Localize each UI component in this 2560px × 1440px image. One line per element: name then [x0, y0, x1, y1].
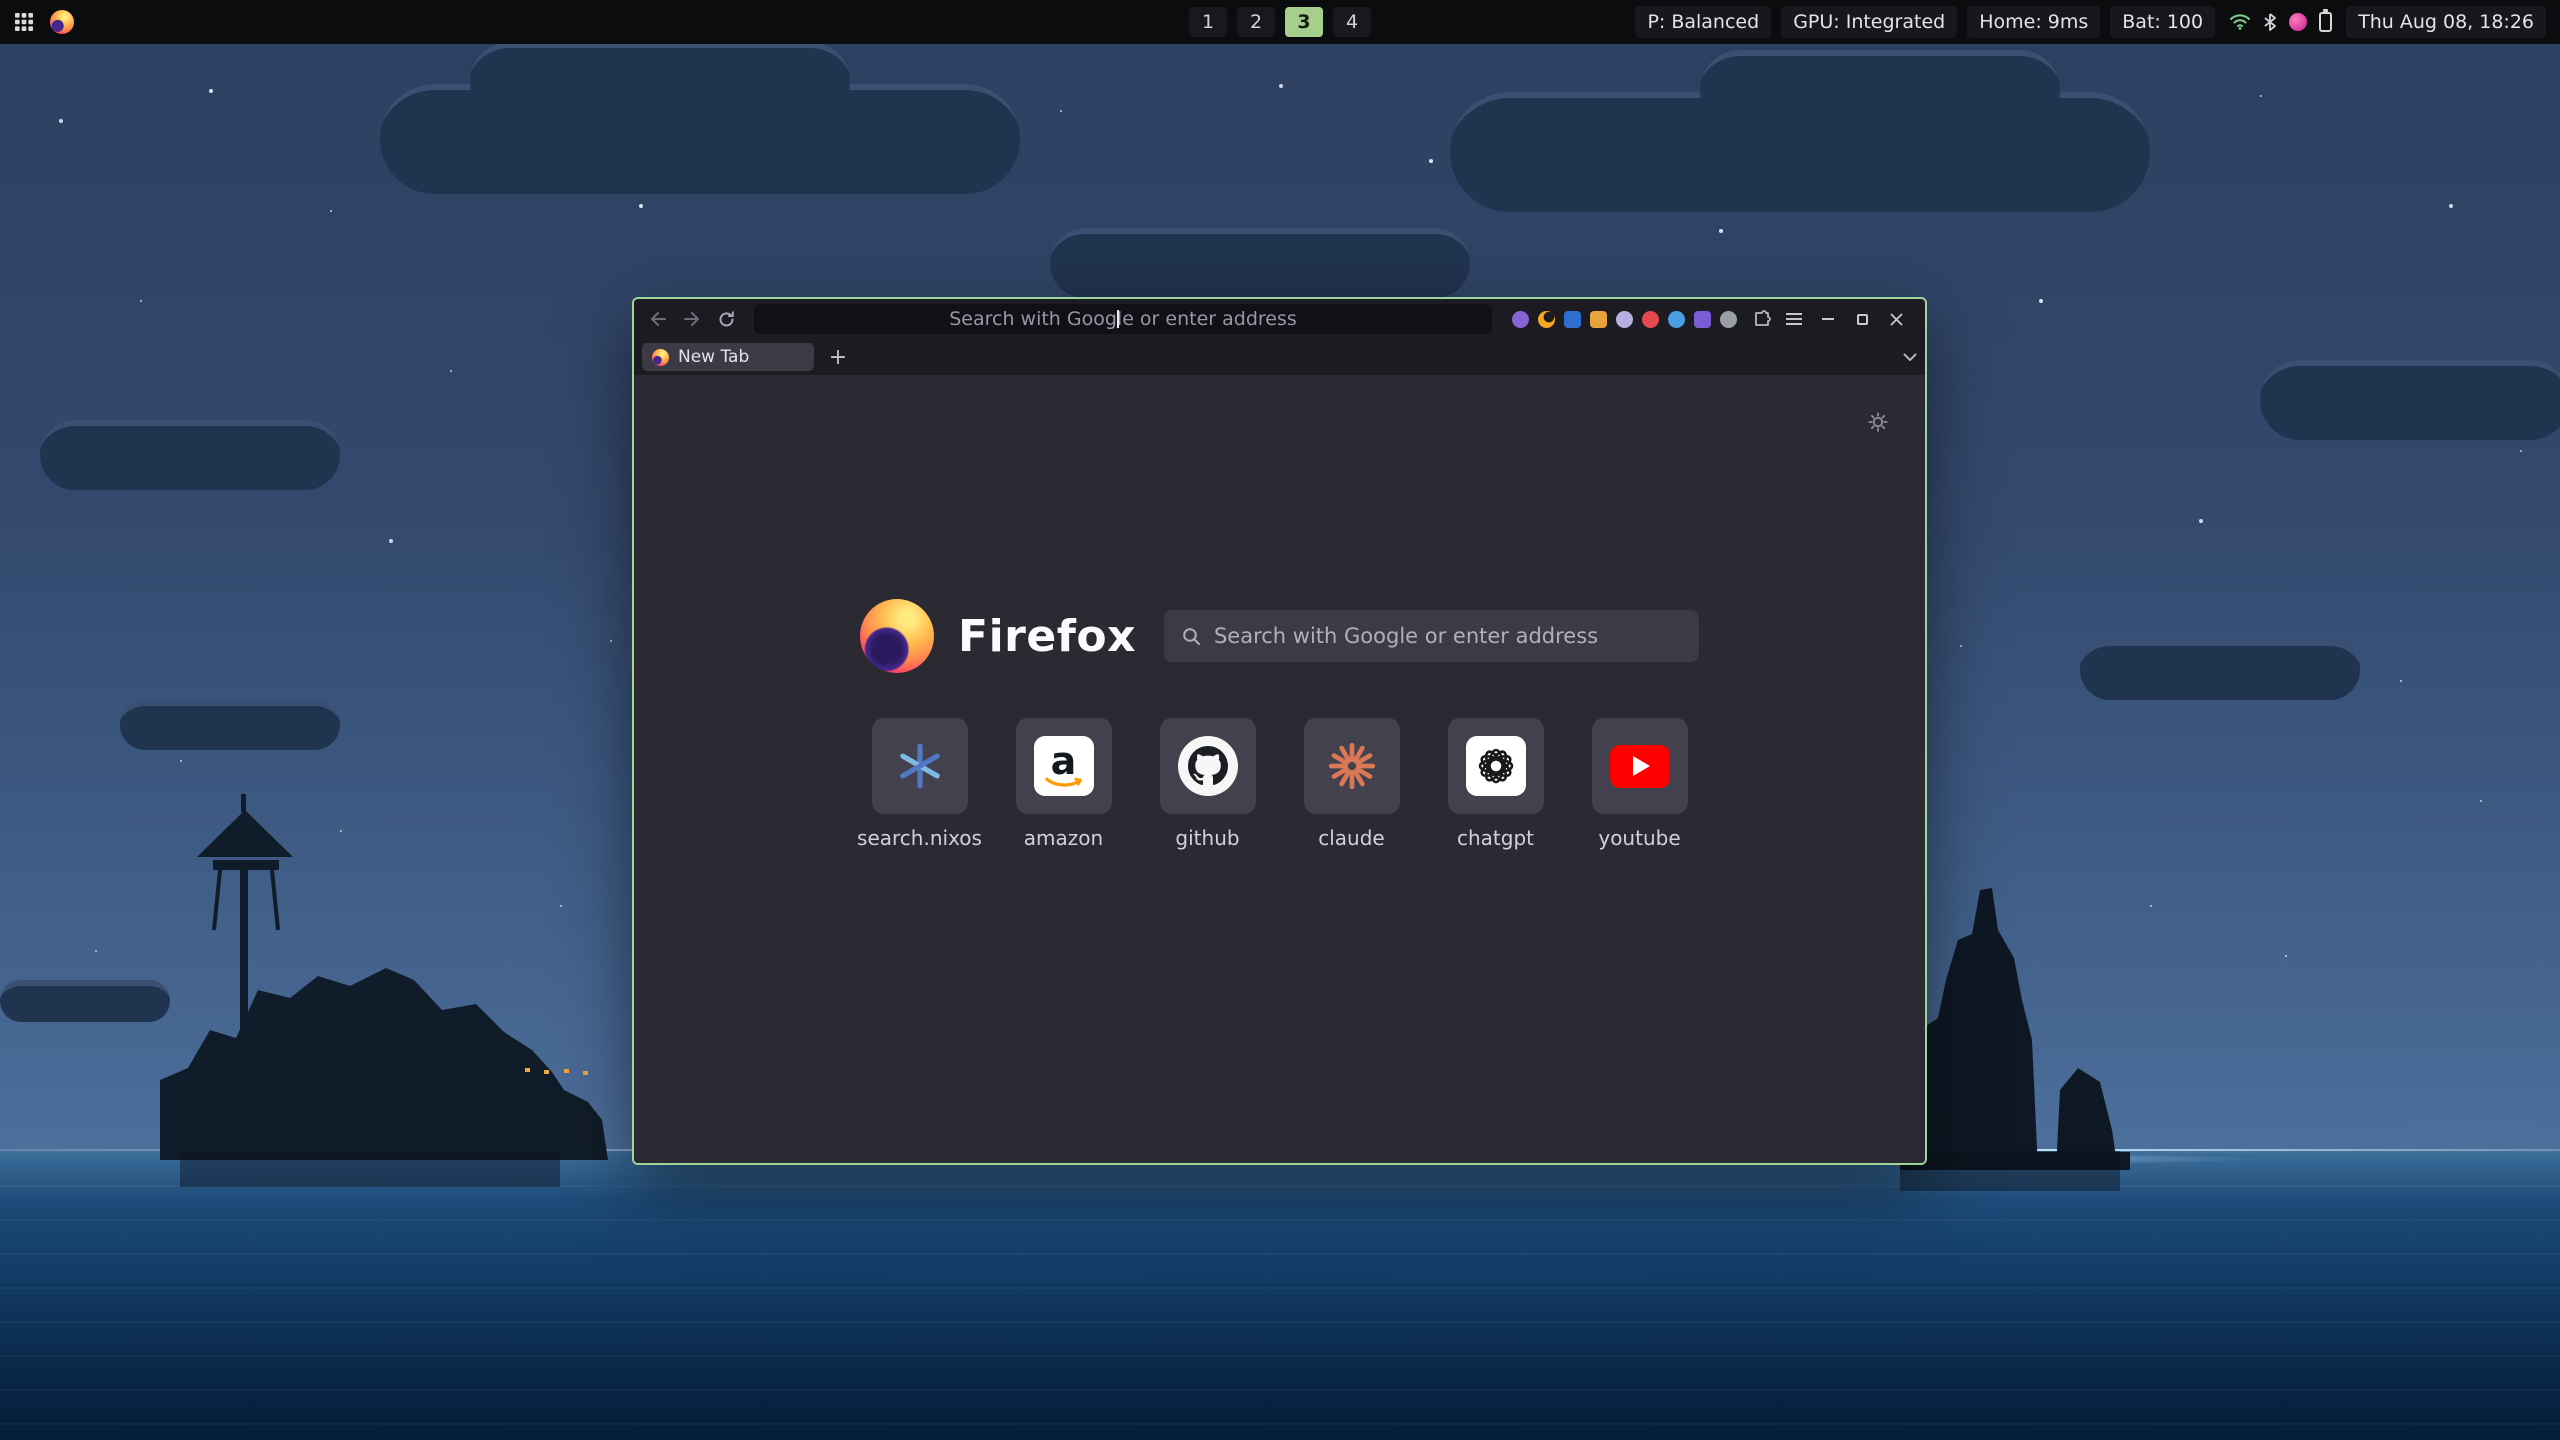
extension-icon-9[interactable] [1720, 311, 1737, 328]
forward-button[interactable] [676, 304, 708, 334]
extension-icon-6[interactable] [1642, 311, 1659, 328]
island-reflection [180, 1151, 560, 1187]
cloud [120, 700, 340, 750]
workspace-4[interactable]: 4 [1333, 7, 1371, 37]
new-tab-button[interactable]: + [824, 343, 852, 371]
shortcut-label: github [1175, 826, 1239, 850]
bluetooth-icon[interactable] [2263, 12, 2277, 32]
shortcut-search-nixos[interactable]: search.nixos [872, 718, 968, 850]
cloud [2260, 360, 2560, 440]
tab-bar: New Tab + [634, 339, 1925, 375]
power-profile-module[interactable]: P: Balanced [1635, 6, 1771, 38]
extension-icon-8[interactable] [1694, 311, 1711, 328]
gpu-module[interactable]: GPU: Integrated [1781, 6, 1957, 38]
firefox-wordmark: Firefox [958, 611, 1136, 662]
app-launcher-icon[interactable] [14, 12, 34, 32]
reload-button[interactable] [710, 304, 742, 334]
new-tab-page: Firefox search.nixos [634, 375, 1925, 1163]
tab-new-tab[interactable]: New Tab [642, 343, 814, 371]
workspace-switcher: 1 2 3 4 [1189, 7, 1371, 37]
browser-toolbar: Search with Google or enter address [634, 299, 1925, 339]
shortcut-youtube[interactable]: youtube [1592, 718, 1688, 850]
shortcut-github[interactable]: github [1160, 718, 1256, 850]
newtab-search-box[interactable] [1164, 610, 1699, 662]
shortcut-tile[interactable] [1160, 718, 1256, 814]
extension-icon-7[interactable] [1668, 311, 1685, 328]
island-silhouette [140, 780, 680, 1160]
shortcut-label: claude [1318, 826, 1384, 850]
shortcut-label: search.nixos [857, 826, 982, 850]
shortcut-tile[interactable] [872, 718, 968, 814]
claude-logo-icon [1327, 741, 1377, 791]
extension-icon-3[interactable] [1564, 311, 1581, 328]
extension-icon-2[interactable] [1538, 311, 1555, 328]
newtab-hero: Firefox [634, 599, 1925, 673]
back-button[interactable] [642, 304, 674, 334]
notification-dot-icon[interactable] [2289, 13, 2307, 31]
menu-icon[interactable] [1779, 304, 1809, 334]
cloud [2080, 640, 2360, 700]
cloud [470, 42, 850, 122]
latency-module[interactable]: Home: 9ms [1967, 6, 2100, 38]
system-tray [2225, 12, 2336, 32]
tab-title: New Tab [678, 347, 749, 367]
maximize-button[interactable] [1853, 310, 1871, 328]
battery-module[interactable]: Bat: 100 [2110, 6, 2215, 38]
shortcut-chatgpt[interactable]: chatgpt [1448, 718, 1544, 850]
search-icon [1182, 627, 1201, 646]
ocean [0, 1151, 2560, 1440]
extension-toolbar [1504, 311, 1745, 328]
cloud [1050, 228, 1470, 298]
rock-reflection [1900, 1151, 2120, 1191]
shortcut-tile[interactable] [1592, 718, 1688, 814]
url-bar-placeholder: Search with Google or enter address [949, 308, 1297, 330]
cloud [40, 420, 340, 490]
firefox-window: Search with Google or enter address [632, 297, 1927, 1165]
minimize-button[interactable] [1819, 310, 1837, 328]
list-all-tabs-icon[interactable] [1903, 353, 1917, 362]
cloud [1700, 50, 2060, 130]
extension-icon-1[interactable] [1512, 311, 1529, 328]
shortcut-label: chatgpt [1457, 826, 1534, 850]
shortcut-grid: search.nixos a amazon [634, 718, 1925, 850]
firefox-logo-icon [860, 599, 934, 673]
workspace-3[interactable]: 3 [1285, 7, 1323, 37]
shortcut-tile[interactable] [1304, 718, 1400, 814]
shortcut-label: youtube [1598, 826, 1680, 850]
personalize-gear-icon[interactable] [1867, 411, 1889, 437]
github-logo-icon [1178, 736, 1238, 796]
shortcut-tile[interactable]: a [1016, 718, 1112, 814]
close-button[interactable] [1887, 310, 1905, 328]
firefox-launcher-icon[interactable] [50, 10, 74, 34]
search-input[interactable] [1214, 624, 1681, 648]
shortcut-amazon[interactable]: a amazon [1016, 718, 1112, 850]
chatgpt-logo-icon [1466, 736, 1526, 796]
shortcut-claude[interactable]: claude [1304, 718, 1400, 850]
clock[interactable]: Thu Aug 08, 18:26 [2346, 6, 2546, 38]
shortcut-label: amazon [1024, 826, 1103, 850]
extensions-puzzle-icon[interactable] [1747, 304, 1777, 334]
extension-icon-5[interactable] [1616, 311, 1633, 328]
nixos-logo-icon [895, 741, 945, 791]
shortcut-tile[interactable] [1448, 718, 1544, 814]
device-battery-icon[interactable] [2319, 12, 2332, 32]
workspace-1[interactable]: 1 [1189, 7, 1227, 37]
amazon-logo-icon: a [1034, 736, 1094, 796]
wifi-icon[interactable] [2229, 13, 2251, 31]
extension-icon-4[interactable] [1590, 311, 1607, 328]
workspace-2[interactable]: 2 [1237, 7, 1275, 37]
status-bar: 1 2 3 4 P: Balanced GPU: Integrated Home… [0, 0, 2560, 44]
text-caret [1117, 310, 1119, 328]
youtube-logo-icon [1610, 745, 1670, 788]
firefox-favicon [652, 349, 669, 366]
url-bar[interactable]: Search with Google or enter address [754, 304, 1492, 334]
window-controls [1811, 310, 1917, 328]
